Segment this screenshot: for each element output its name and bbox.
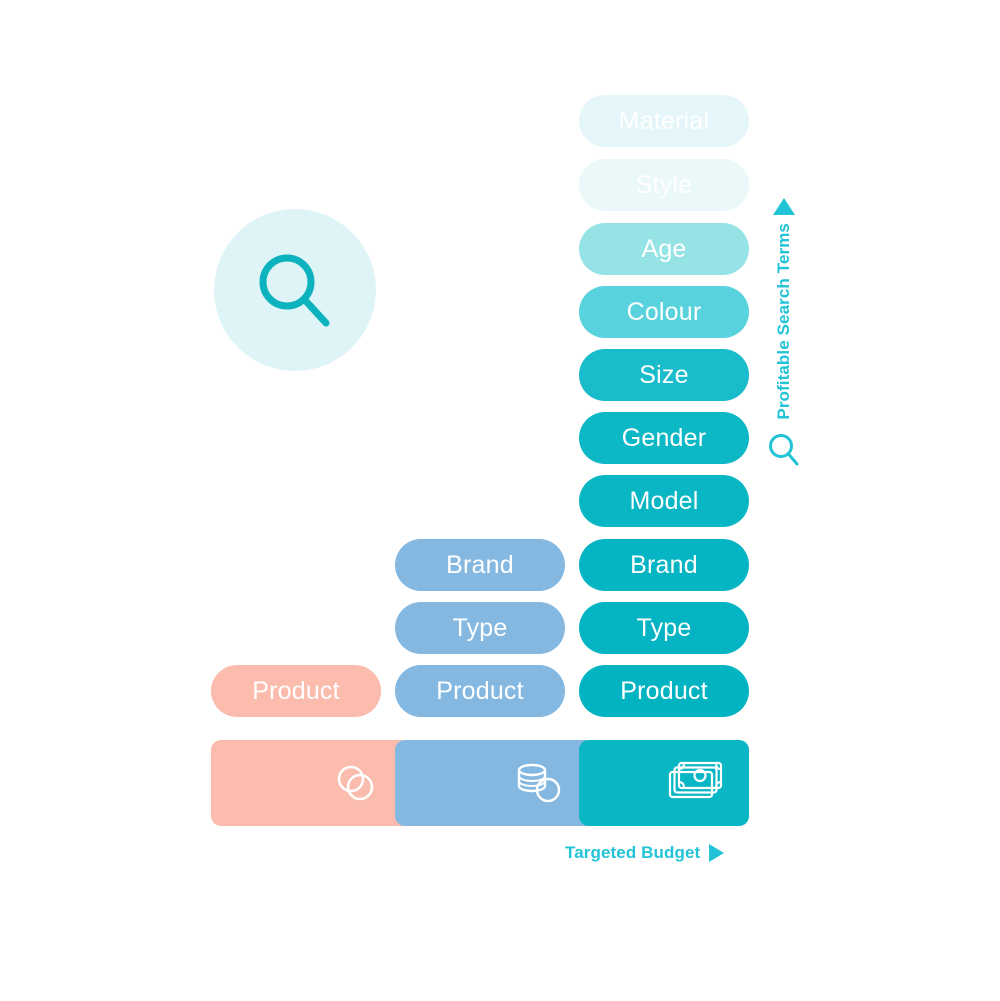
budget-segment-mid[interactable] [395, 740, 587, 826]
infographic-canvas: Material Style Age Colour Size Gender Mo… [0, 0, 1000, 1001]
targeted-budget-axis: Targeted Budget [565, 843, 725, 863]
budget-bar [211, 740, 749, 826]
pill-style[interactable]: Style [579, 159, 749, 211]
search-badge [214, 209, 376, 371]
banknotes-icon [667, 758, 727, 808]
profitable-search-terms-axis: Profitable Search Terms [757, 198, 811, 510]
pill-material[interactable]: Material [579, 95, 749, 147]
pill-brand[interactable]: Brand [579, 539, 749, 591]
pill-product-mid[interactable]: Product [395, 665, 565, 717]
triangle-right-icon [709, 844, 725, 862]
profitable-search-terms-label: Profitable Search Terms [774, 223, 793, 420]
search-icon-small [767, 432, 801, 468]
budget-segment-low[interactable] [211, 740, 403, 826]
two-coins-icon [331, 758, 381, 808]
pill-model[interactable]: Model [579, 475, 749, 527]
budget-segment-high[interactable] [579, 740, 749, 826]
pill-product-low[interactable]: Product [211, 665, 381, 717]
coin-stack-icon [513, 758, 565, 808]
pill-age[interactable]: Age [579, 223, 749, 275]
pill-brand-mid[interactable]: Brand [395, 539, 565, 591]
pill-size[interactable]: Size [579, 349, 749, 401]
pill-gender[interactable]: Gender [579, 412, 749, 464]
targeted-budget-label: Targeted Budget [565, 843, 701, 862]
triangle-up-icon [773, 198, 795, 215]
pill-product[interactable]: Product [579, 665, 749, 717]
pill-type-mid[interactable]: Type [395, 602, 565, 654]
search-icon [249, 244, 341, 336]
pill-type[interactable]: Type [579, 602, 749, 654]
pill-colour[interactable]: Colour [579, 286, 749, 338]
